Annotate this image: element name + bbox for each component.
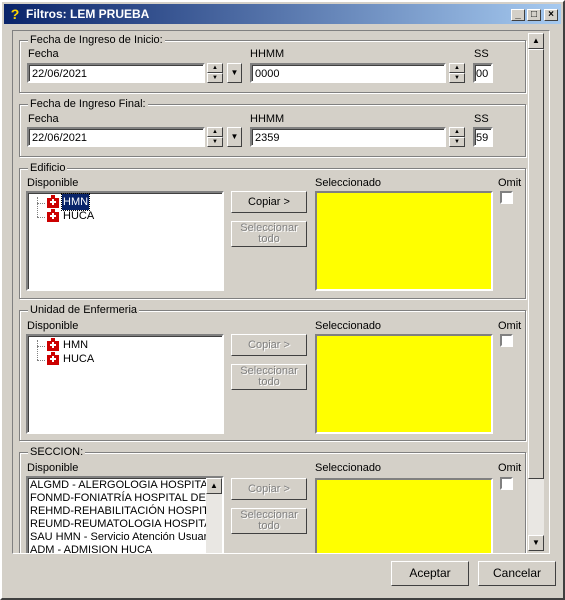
seccion-seleccionado-label: Seleccionado	[315, 462, 382, 474]
edificio-omit-checkbox[interactable]	[500, 191, 513, 204]
edificio-selected-list[interactable]	[315, 191, 493, 291]
filter-scroll-area: Fecha de Ingreso de Inicio: Fecha 22/06/…	[12, 30, 550, 554]
final-ss-input[interactable]: 59	[473, 127, 493, 147]
inicio-ss-label: SS	[474, 48, 489, 60]
list-item[interactable]: REHMD-REHABILITACIÓN HOSPIT.	[28, 505, 206, 518]
inicio-group-title: Fecha de Ingreso de Inicio:	[28, 34, 165, 46]
list-item[interactable]: REUMD-REUMATOLOGIA HOSPITA	[28, 518, 206, 531]
edificio-tree[interactable]: HMN HUCA	[26, 191, 224, 291]
window-title: Filtros: LEM PRUEBA	[26, 7, 150, 21]
tree-item-huca[interactable]: HUCA	[63, 351, 94, 367]
edificio-seleccionado-label: Seleccionado	[315, 177, 382, 189]
edificio-select-all-button[interactable]: Seleccionar todo	[231, 221, 307, 247]
seccion-list-scrollbar[interactable]: ▲	[206, 478, 222, 553]
inicio-ss-input[interactable]: 00	[473, 63, 493, 83]
seccion-group-title: SECCION:	[28, 446, 86, 458]
cancel-button[interactable]: Cancelar	[478, 561, 556, 586]
seccion-omit-checkbox[interactable]	[500, 477, 513, 490]
unidad-selected-list[interactable]	[315, 334, 493, 434]
list-item[interactable]: SAU HMN - Servicio Atención Usuari	[28, 531, 206, 544]
maximize-icon[interactable]: □	[527, 9, 541, 21]
seccion-omit-label: Omit	[498, 462, 522, 474]
title-bar[interactable]: ? Filtros: LEM PRUEBA _ □ ×	[4, 4, 561, 24]
unidad-select-all-button[interactable]: Seleccionar todo	[231, 364, 307, 390]
hospital-icon	[46, 338, 60, 352]
seccion-copy-button[interactable]: Copiar >	[231, 478, 307, 500]
inicio-fecha-spinner[interactable]: ▲ ▼	[207, 63, 223, 83]
minimize-icon[interactable]: _	[511, 9, 525, 21]
final-fecha-input[interactable]: 22/06/2021	[27, 127, 205, 147]
final-hhmm-spinner[interactable]: ▲ ▼	[449, 127, 465, 147]
hospital-icon	[46, 209, 60, 223]
unidad-seleccionado-label: Seleccionado	[315, 320, 382, 332]
seccion-disponible-label: Disponible	[27, 462, 79, 474]
scroll-up-icon[interactable]: ▲	[528, 33, 544, 49]
final-fecha-label: Fecha	[28, 113, 59, 125]
unidad-tree[interactable]: HMN HUCA	[26, 334, 224, 434]
inicio-fecha-dropdown[interactable]: ▼	[227, 63, 242, 83]
chevron-down-icon: ▼	[230, 132, 239, 141]
edificio-copy-button[interactable]: Copiar >	[231, 191, 307, 213]
unidad-copy-button[interactable]: Copiar >	[231, 334, 307, 356]
seccion-select-all-button[interactable]: Seleccionar todo	[231, 508, 307, 534]
final-fecha-spinner[interactable]: ▲ ▼	[207, 127, 223, 147]
inicio-fecha-input[interactable]: 22/06/2021	[27, 63, 205, 83]
edificio-group-title: Edificio	[28, 162, 68, 174]
final-hhmm-input[interactable]: 2359	[250, 127, 446, 147]
hospital-icon	[46, 195, 60, 209]
final-fecha-dropdown[interactable]: ▼	[227, 127, 242, 147]
final-hhmm-label: HHMM	[250, 113, 285, 125]
scroll-down-icon[interactable]: ▼	[528, 535, 544, 551]
close-icon[interactable]: ×	[544, 9, 558, 21]
scroll-up-icon[interactable]: ▲	[206, 478, 222, 494]
unidad-omit-checkbox[interactable]	[500, 334, 513, 347]
hospital-icon	[46, 352, 60, 366]
unidad-group-title: Unidad de Enfermeria	[28, 304, 140, 316]
question-icon: ?	[10, 6, 20, 22]
seccion-selected-list[interactable]	[315, 478, 493, 553]
inicio-hhmm-label: HHMM	[250, 48, 285, 60]
edificio-disponible-label: Disponible	[27, 177, 79, 189]
inicio-fecha-label: Fecha	[28, 48, 59, 60]
final-group-title: Fecha de Ingreso Final:	[28, 98, 148, 110]
list-item[interactable]: ALGMD - ALERGOLOGIA HOSPITAL	[28, 479, 206, 492]
inicio-hhmm-input[interactable]: 0000	[250, 63, 446, 83]
accept-button[interactable]: Aceptar	[391, 561, 469, 586]
main-vertical-scrollbar[interactable]: ▲ ▼	[528, 33, 544, 551]
unidad-disponible-label: Disponible	[27, 320, 79, 332]
list-item[interactable]: FONMD-FONIATRÍA HOSPITAL DE	[28, 492, 206, 505]
scrollbar-thumb[interactable]	[528, 49, 544, 479]
edificio-omit-label: Omit	[498, 177, 522, 189]
tree-item-huca[interactable]: HUCA	[63, 208, 94, 224]
inicio-hhmm-spinner[interactable]: ▲ ▼	[449, 63, 465, 83]
final-ss-label: SS	[474, 113, 489, 125]
unidad-omit-label: Omit	[498, 320, 522, 332]
chevron-down-icon: ▼	[230, 68, 239, 77]
seccion-list[interactable]: ALGMD - ALERGOLOGIA HOSPITAL FONMD-FONIA…	[26, 476, 224, 553]
list-item[interactable]: ADM - ADMISION HUCA	[28, 544, 206, 553]
